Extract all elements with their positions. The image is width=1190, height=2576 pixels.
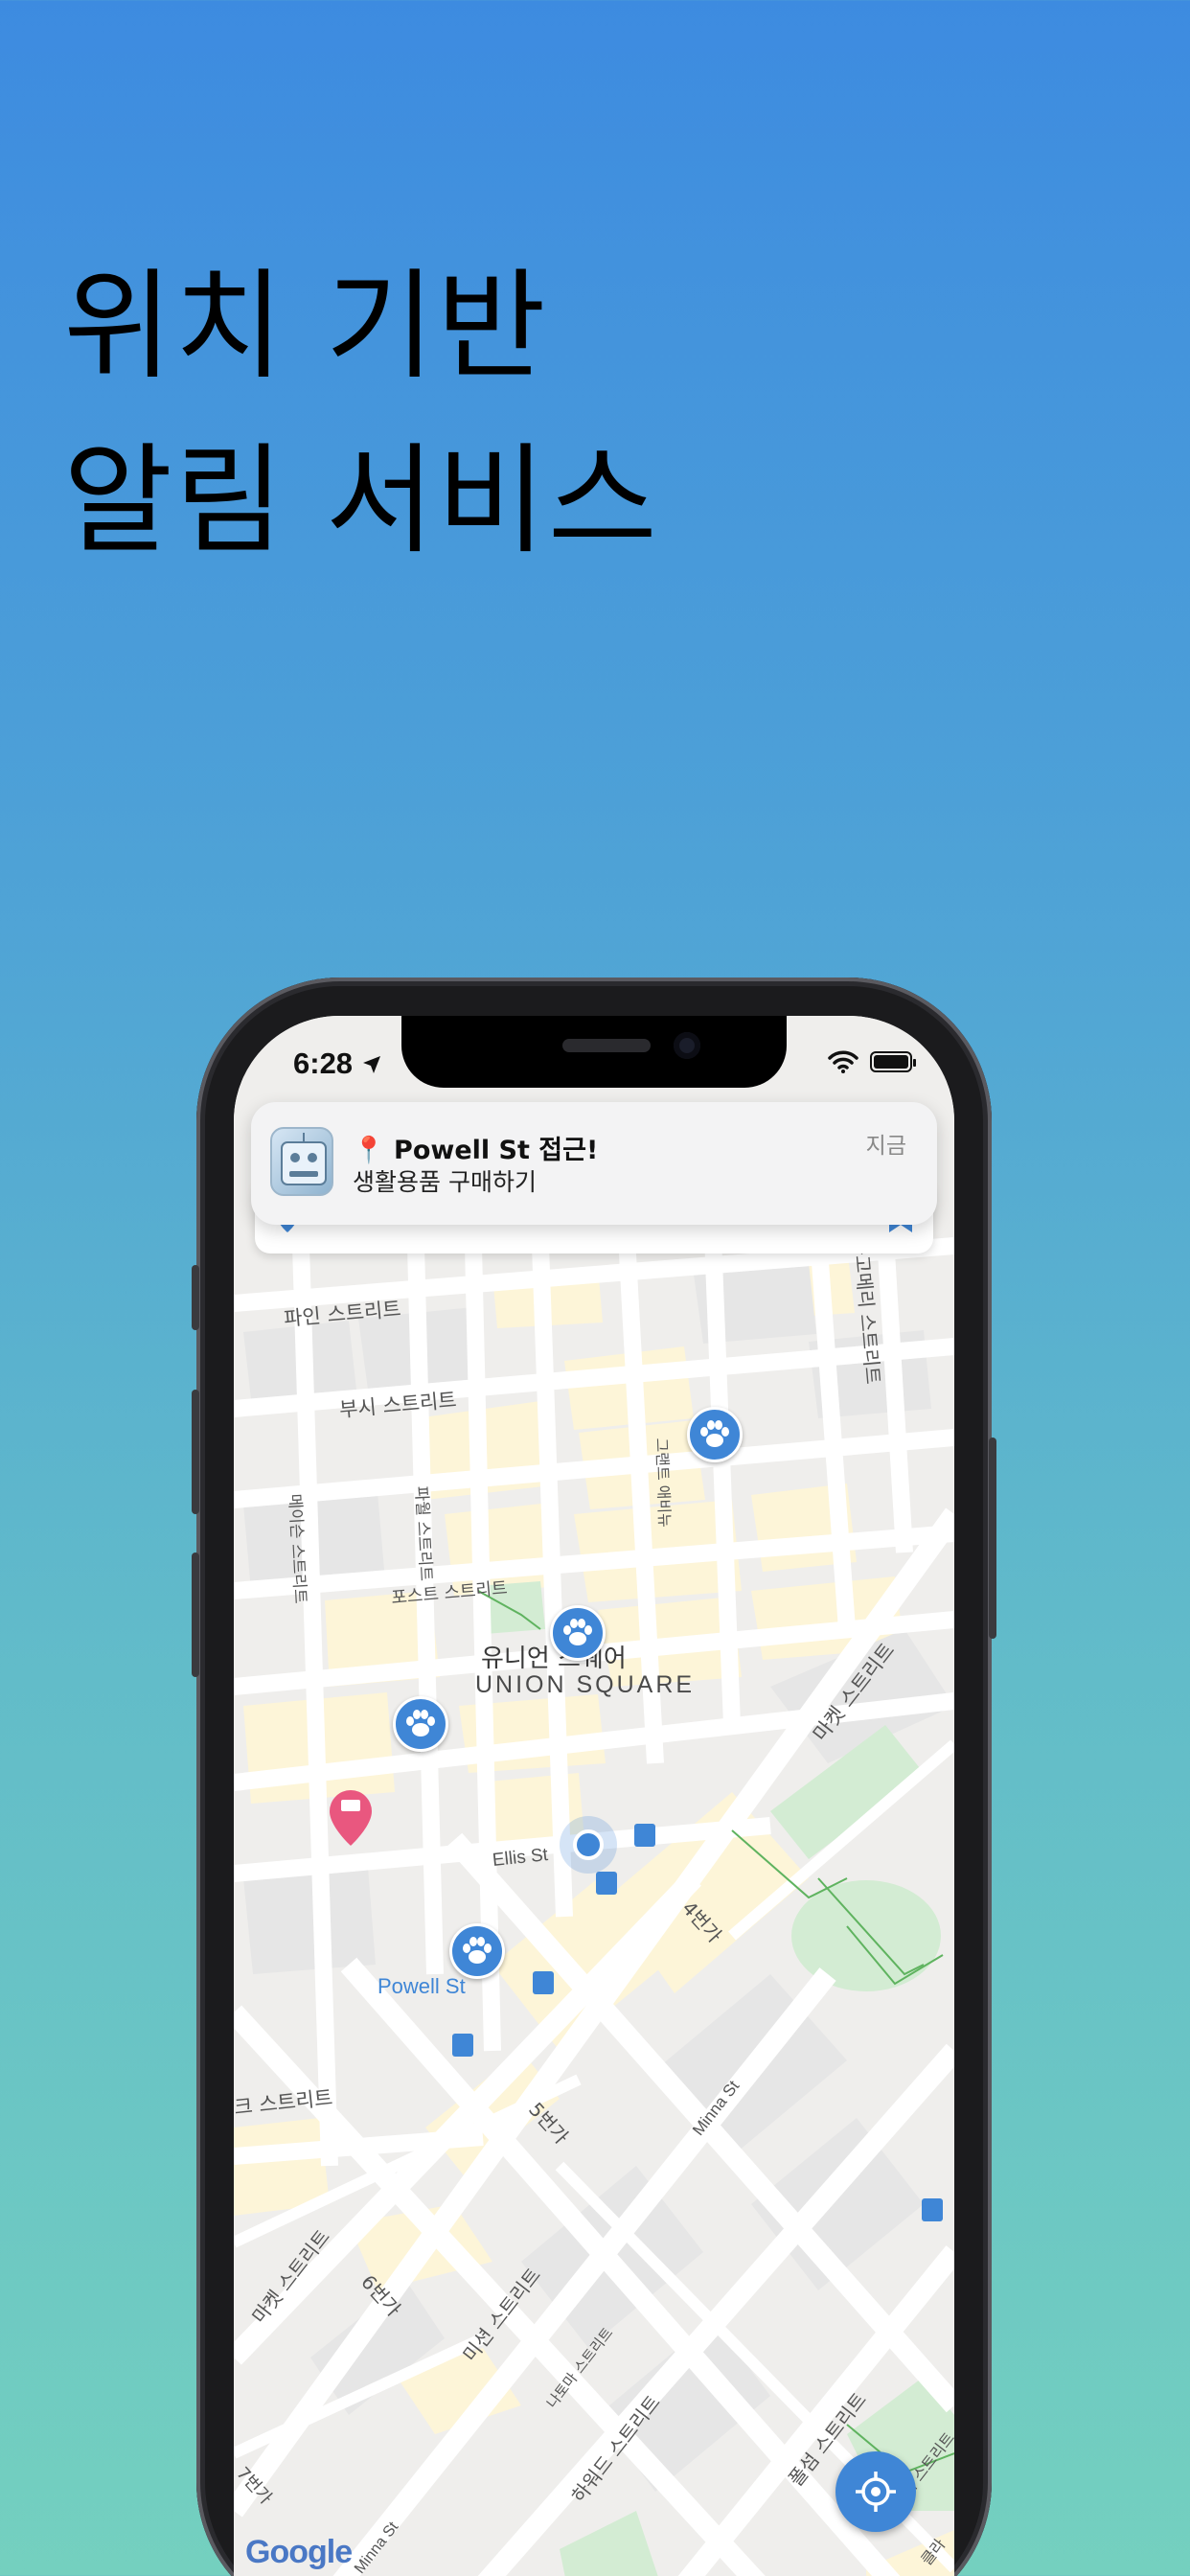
phone-screen: 파인 스트리트 부시 스트리트 포스트 스트리트 Ellis St 메이슨 스트… [234,1016,954,2576]
app-icon [270,1127,333,1196]
paw-marker-powell-st[interactable] [449,1923,505,1979]
pin-emoji-icon: 📍 [353,1136,385,1165]
app-logo-icon [281,1133,327,1185]
notification-title: 📍 Powell St 접근! [353,1129,598,1166]
notification-banner[interactable]: 📍 Powell St 접근! 생활용품 구매하기 지금 [251,1102,937,1225]
phone-notch [401,1016,787,1088]
notification-title-text: Powell St 접근! [394,1136,599,1165]
paw-icon [700,1420,729,1447]
status-time-text: 6:28 [293,1046,354,1080]
union-square-label-en: UNION SQUARE [475,1671,696,1698]
google-attribution: Google [245,2534,353,2571]
speaker-grille [562,1039,651,1052]
headline-line-2: 알림 서비스 [63,432,659,570]
street-label-grant: 그랜트 애비뉴 [652,1438,675,1529]
headline: 위치 기반 알림 서비스 [63,240,659,588]
paw-marker-mason[interactable] [393,1696,448,1752]
paw-icon [406,1710,435,1736]
headline-line-1: 위치 기반 [63,258,548,396]
battery-level [874,1055,908,1069]
wifi-icon [828,1050,858,1073]
status-bar-right [828,1050,916,1073]
crosshair-icon [856,2472,896,2512]
notification-body: 생활용품 구매하기 [353,1168,537,1196]
my-location-button[interactable] [835,2451,916,2532]
paw-icon [463,1937,492,1964]
powell-station-label: Powell St [378,1974,466,1998]
location-arrow-icon [362,1056,380,1073]
phone-power-button [989,1438,996,1639]
battery-icon [870,1051,916,1072]
notification-time: 지금 [865,1134,906,1159]
status-bar-time: 6:28 [293,1046,382,1081]
paw-marker-union-square[interactable] [550,1605,606,1661]
front-camera [674,1032,700,1059]
phone-silent-switch [192,1265,199,1330]
paw-icon [563,1619,592,1645]
google-logo-text: Google [245,2534,353,2570]
phone-volume-up [192,1390,199,1514]
street-label-powell: 파월 스트리트 [411,1485,436,1582]
phone-volume-down [192,1552,199,1677]
paw-marker-grant[interactable] [687,1407,743,1462]
